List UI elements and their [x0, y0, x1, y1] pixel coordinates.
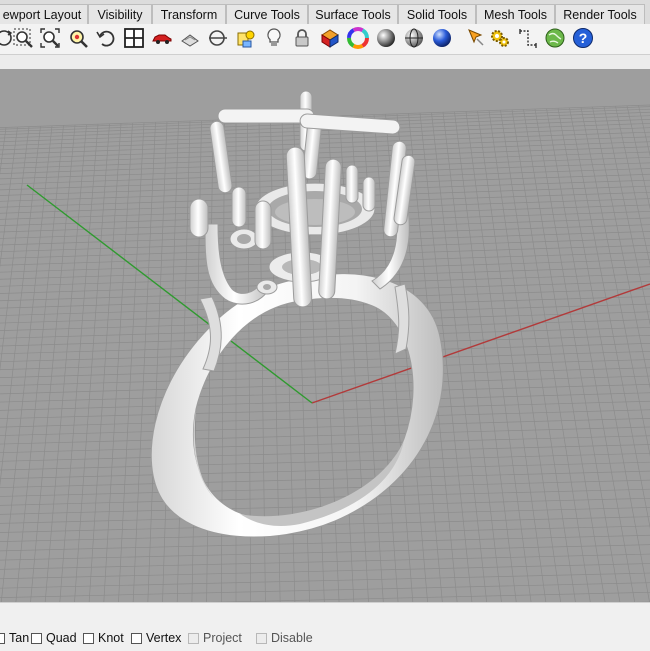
car-perspective-icon[interactable]: [150, 26, 174, 50]
osnap-project-label: Project: [203, 631, 242, 645]
osnap-quad[interactable]: Quad: [31, 629, 77, 647]
osnap-tan[interactable]: Tan: [0, 629, 29, 647]
prong-left-inner: [232, 187, 246, 227]
shaded-sphere-icon[interactable]: [374, 26, 398, 50]
grid-line: [0, 487, 650, 508]
osnap-vertex-label: Vertex: [146, 631, 181, 645]
grid-line: [0, 391, 650, 413]
tab-mesh-tools[interactable]: Mesh Tools: [476, 4, 555, 24]
tab-render-tools[interactable]: Render Tools: [555, 4, 645, 24]
tab-transform[interactable]: Transform: [152, 4, 226, 24]
tab-curve-tools[interactable]: Curve Tools: [226, 4, 308, 24]
left-loop-hole: [237, 234, 251, 244]
osnap-project: Project: [188, 629, 242, 647]
grid-line: [0, 137, 650, 161]
prong-mid-right: [346, 165, 358, 203]
render-icon[interactable]: [318, 26, 342, 50]
osnap-disable-label: Disable: [271, 631, 313, 645]
osnap-quad-label: Quad: [46, 631, 77, 645]
osnap-vertex-checkbox[interactable]: [131, 633, 142, 644]
osnap-tan-label: Tan: [9, 631, 29, 645]
grid-line: [0, 383, 650, 405]
tab-surface-tools[interactable]: Surface Tools: [308, 4, 398, 24]
osnap-disable: Disable: [256, 629, 313, 647]
lock-icon[interactable]: [290, 26, 314, 50]
grid-line: [0, 374, 650, 396]
zoom-selected-icon[interactable]: [66, 26, 90, 50]
shank-inner-shadow: [240, 441, 404, 526]
grid-line: [0, 590, 650, 602]
grid-line: [132, 122, 155, 602]
grid-line: [0, 416, 650, 438]
tab-viewport-layout[interactable]: ewport Layout: [0, 4, 88, 24]
toolbar-tab-strip: ewport Layout Visibility Transform Curve…: [0, 0, 650, 25]
zoom-extents-icon[interactable]: [38, 26, 62, 50]
cursor-options-icon[interactable]: [464, 26, 488, 50]
osnap-project-checkbox: [188, 633, 199, 644]
prong-short-right: [363, 177, 375, 211]
grid-line: [0, 561, 650, 581]
show-object-icon[interactable]: [234, 26, 258, 50]
blue-sphere-icon[interactable]: [430, 26, 454, 50]
dimension-icon[interactable]: [516, 26, 540, 50]
osnap-knot-label: Knot: [98, 631, 124, 645]
grid-line: [0, 141, 650, 165]
toolbar: ?: [0, 24, 650, 55]
prong-left-small: [190, 199, 208, 237]
globe-icon[interactable]: [543, 26, 567, 50]
grid-line: [0, 552, 650, 572]
grid-line: [0, 126, 52, 602]
grid-line: [0, 127, 6, 602]
osnap-bar: Tan Quad Knot Vertex Project Disable: [0, 602, 650, 651]
undo-view-change-icon[interactable]: [94, 26, 118, 50]
tab-visibility[interactable]: Visibility: [88, 4, 152, 24]
zoom-window-icon[interactable]: [11, 26, 35, 50]
construction-plane-icon[interactable]: [206, 26, 230, 50]
gallery-inner-wall: [275, 199, 355, 225]
grid-line: [0, 127, 29, 602]
grid-line: [147, 122, 167, 602]
named-view-icon[interactable]: [178, 26, 202, 50]
osnap-knot[interactable]: Knot: [83, 629, 124, 647]
osnap-disable-checkbox: [256, 633, 267, 644]
rendered-sphere-icon[interactable]: [402, 26, 426, 50]
help-icon[interactable]: ?: [571, 26, 595, 50]
grid-line: [0, 571, 650, 591]
osnap-vertex[interactable]: Vertex: [131, 629, 181, 647]
grid-line: [0, 524, 650, 545]
viewport-scene: [0, 69, 650, 602]
perspective-viewport[interactable]: [0, 69, 650, 602]
svg-text:?: ?: [579, 30, 588, 46]
prong-front-left-short: [255, 201, 271, 249]
osnap-tan-checkbox[interactable]: [0, 633, 5, 644]
settings-gear-icon[interactable]: [488, 26, 512, 50]
light-bulb-icon[interactable]: [262, 26, 286, 50]
lower-left-loop-hole: [263, 284, 271, 290]
grid-line: [0, 580, 650, 600]
grid-line: [0, 408, 650, 430]
tab-solid-tools[interactable]: Solid Tools: [398, 4, 476, 24]
four-viewports-icon[interactable]: [122, 26, 146, 50]
grid-line: [0, 399, 650, 421]
osnap-quad-checkbox[interactable]: [31, 633, 42, 644]
bridge-bar-left: [218, 109, 314, 123]
osnap-knot-checkbox[interactable]: [83, 633, 94, 644]
grid-line: [0, 425, 650, 446]
grid-line: [0, 533, 650, 554]
grid-line: [0, 451, 650, 472]
grid-line: [14, 125, 64, 602]
color-wheel-icon[interactable]: [346, 26, 370, 50]
viewport-header: [0, 55, 650, 69]
grid-line: [117, 123, 144, 602]
